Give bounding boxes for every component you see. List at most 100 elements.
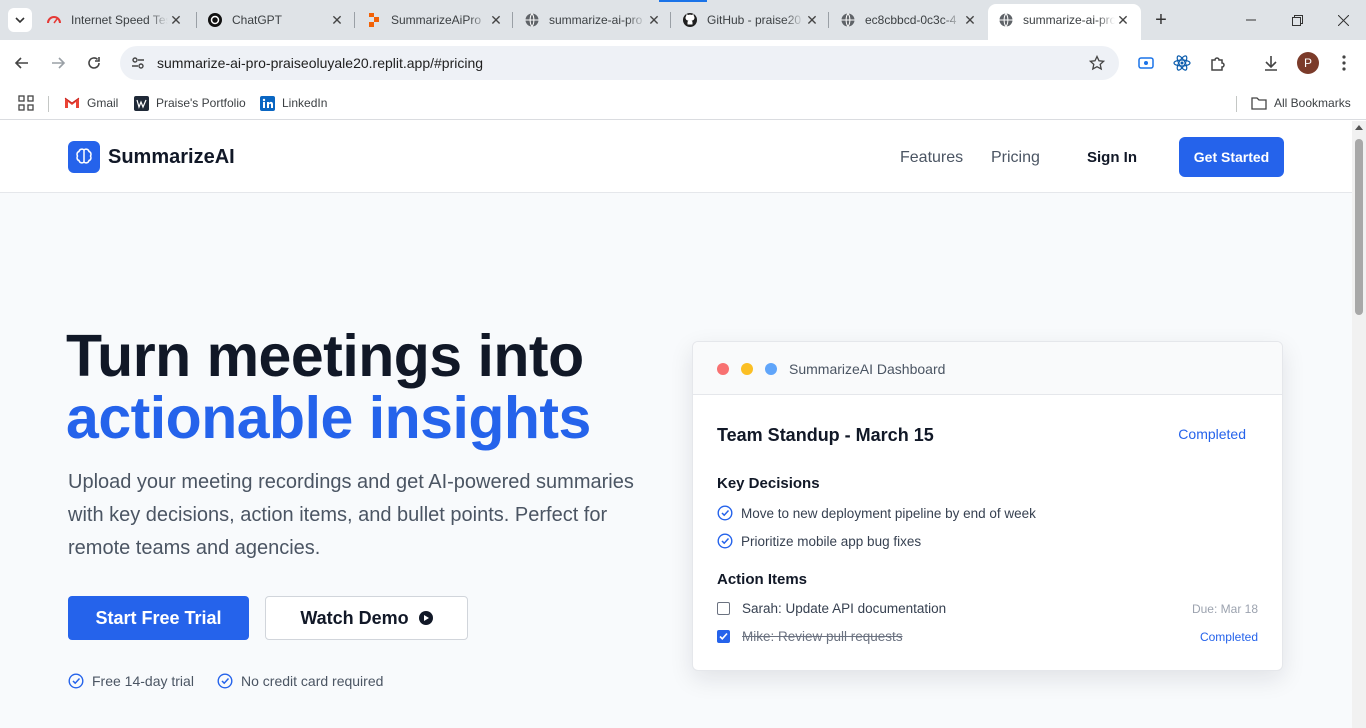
globe-icon bbox=[524, 12, 540, 28]
bookmarks-bar: Gmail Praise's Portfolio LinkedIn All Bo… bbox=[0, 86, 1366, 120]
new-tab-button[interactable]: + bbox=[1149, 8, 1173, 32]
profile-avatar[interactable]: P bbox=[1297, 52, 1319, 74]
tab-title: GitHub - praise20 bbox=[707, 13, 802, 27]
all-bookmarks-button[interactable]: All Bookmarks bbox=[1251, 92, 1351, 114]
tab-speed-test[interactable]: Internet Speed Test | Fast ✕ bbox=[36, 4, 194, 36]
reload-icon bbox=[88, 57, 100, 69]
openai-icon bbox=[207, 12, 223, 28]
minimize-icon bbox=[1246, 19, 1256, 21]
bookmark-portfolio[interactable]: Praise's Portfolio bbox=[133, 92, 246, 114]
back-button[interactable] bbox=[8, 49, 36, 77]
tab-title: Internet Speed Test | Fast bbox=[71, 13, 168, 27]
gmail-icon bbox=[64, 95, 80, 111]
tab-title: ec8cbbcd-0c3c-4 bbox=[865, 13, 957, 27]
checkmark-icon bbox=[719, 632, 728, 640]
portfolio-icon bbox=[133, 95, 149, 111]
start-free-trial-button[interactable]: Start Free Trial bbox=[68, 596, 249, 640]
site-info-icon[interactable] bbox=[129, 54, 147, 72]
speedometer-icon bbox=[46, 12, 62, 28]
window-dot-yellow bbox=[741, 363, 753, 375]
tab-summarize-1[interactable]: summarize-ai-pro ✕ bbox=[514, 4, 672, 36]
close-icon[interactable]: ✕ bbox=[962, 12, 978, 28]
forward-button[interactable] bbox=[44, 49, 72, 77]
get-started-button[interactable]: Get Started bbox=[1179, 137, 1284, 177]
close-icon[interactable]: ✕ bbox=[646, 12, 662, 28]
url-text[interactable]: summarize-ai-pro-praiseoluyale20.replit.… bbox=[157, 55, 483, 71]
tab-chatgpt[interactable]: ChatGPT ✕ bbox=[197, 4, 355, 36]
extensions-icon[interactable] bbox=[1206, 51, 1230, 75]
close-window-button[interactable] bbox=[1320, 0, 1366, 40]
folder-icon bbox=[1251, 95, 1267, 111]
watch-demo-label: Watch Demo bbox=[300, 607, 409, 628]
action-checkbox-checked[interactable] bbox=[717, 630, 730, 643]
perk-label: Free 14-day trial bbox=[92, 673, 194, 689]
bookmark-label: LinkedIn bbox=[282, 96, 328, 110]
tab-github[interactable]: GitHub - praise20 ✕ bbox=[672, 4, 830, 36]
decision-text: Prioritize mobile app bug fixes bbox=[741, 533, 922, 549]
action-due-date: Due: Mar 18 bbox=[1191, 601, 1258, 616]
bookmark-label: Gmail bbox=[87, 96, 119, 110]
globe-icon bbox=[998, 12, 1014, 28]
minimize-button[interactable] bbox=[1228, 0, 1274, 40]
decision-item: Prioritize mobile app bug fixes bbox=[717, 533, 921, 549]
restore-icon bbox=[1291, 14, 1303, 26]
close-icon[interactable]: ✕ bbox=[1115, 12, 1131, 28]
tab-title: SummarizeAiPro bbox=[391, 13, 482, 27]
page-viewport: SummarizeAI Features Pricing Sign In Get… bbox=[0, 121, 1352, 728]
window-dot-blue bbox=[765, 363, 777, 375]
perk-label: No credit card required bbox=[241, 673, 384, 689]
page-scrollbar[interactable] bbox=[1352, 121, 1366, 728]
action-text: Sarah: Update API documentation bbox=[742, 601, 947, 616]
nav-features-link[interactable]: Features bbox=[900, 149, 963, 167]
restore-button[interactable] bbox=[1274, 0, 1320, 40]
card-titlebar: SummarizeAI Dashboard bbox=[693, 342, 1282, 395]
globe-icon bbox=[840, 12, 856, 28]
arrow-right-icon bbox=[52, 57, 66, 69]
react-devtools-icon[interactable] bbox=[1170, 51, 1194, 75]
tab-divider bbox=[512, 12, 513, 28]
bookmark-star-icon[interactable] bbox=[1087, 53, 1107, 73]
download-icon[interactable] bbox=[1259, 51, 1283, 75]
close-icon[interactable]: ✕ bbox=[168, 12, 184, 28]
window-dot-red bbox=[717, 363, 729, 375]
close-icon[interactable]: ✕ bbox=[329, 12, 345, 28]
tab-title: ChatGPT bbox=[232, 13, 283, 27]
brain-logo-icon[interactable] bbox=[68, 141, 100, 173]
tab-replit[interactable]: SummarizeAiPro ✕ bbox=[356, 4, 514, 36]
close-icon[interactable]: ✕ bbox=[804, 12, 820, 28]
action-items-heading: Action Items bbox=[717, 571, 808, 588]
sign-in-button[interactable]: Sign In bbox=[1087, 149, 1137, 166]
hero-subtitle: Upload your meeting recordings and get A… bbox=[68, 471, 634, 559]
brand-name[interactable]: SummarizeAI bbox=[108, 146, 235, 169]
tab-ec8cbbcd[interactable]: ec8cbbcd-0c3c-4 ✕ bbox=[830, 4, 988, 36]
bookmark-label: Praise's Portfolio bbox=[156, 96, 246, 110]
linkedin-icon bbox=[259, 95, 275, 111]
nav-pricing-link[interactable]: Pricing bbox=[991, 149, 1040, 167]
scrollbar-thumb[interactable] bbox=[1355, 139, 1363, 315]
close-icon[interactable]: ✕ bbox=[488, 12, 504, 28]
action-item: Mike: Review pull requests Completed bbox=[717, 629, 1258, 644]
action-checkbox[interactable] bbox=[717, 602, 730, 615]
more-menu-icon[interactable] bbox=[1332, 51, 1356, 75]
scroll-up-arrow-icon[interactable] bbox=[1355, 125, 1363, 130]
decision-text: Move to new deployment pipeline by end o… bbox=[741, 505, 1036, 521]
browser-toolbar: summarize-ai-pro-praiseoluyale20.replit.… bbox=[0, 40, 1366, 86]
tab-search-button[interactable] bbox=[8, 8, 32, 32]
tab-divider bbox=[828, 12, 829, 28]
bookmark-linkedin[interactable]: LinkedIn bbox=[259, 92, 327, 114]
apps-button[interactable] bbox=[18, 92, 34, 114]
watch-demo-button[interactable]: Watch Demo bbox=[265, 596, 468, 640]
action-text: Mike: Review pull requests bbox=[742, 629, 903, 644]
browser-tab-strip: Internet Speed Test | Fast ✕ ChatGPT ✕ S… bbox=[0, 0, 1366, 40]
address-bar[interactable]: summarize-ai-pro-praiseoluyale20.replit.… bbox=[120, 46, 1119, 80]
reload-button[interactable] bbox=[80, 49, 108, 77]
key-decisions-heading: Key Decisions bbox=[717, 475, 820, 492]
bookmark-gmail[interactable]: Gmail bbox=[64, 92, 118, 114]
github-icon bbox=[682, 12, 698, 28]
meeting-title: Team Standup - March 15 bbox=[717, 425, 934, 445]
tab-summarize-active[interactable]: summarize-ai-pro ✕ bbox=[988, 4, 1141, 40]
decision-item: Move to new deployment pipeline by end o… bbox=[717, 505, 1036, 521]
screen-cast-icon[interactable] bbox=[1134, 51, 1158, 75]
close-icon bbox=[1337, 14, 1349, 26]
hero-title: Turn meetings into actionable insights bbox=[66, 325, 591, 449]
